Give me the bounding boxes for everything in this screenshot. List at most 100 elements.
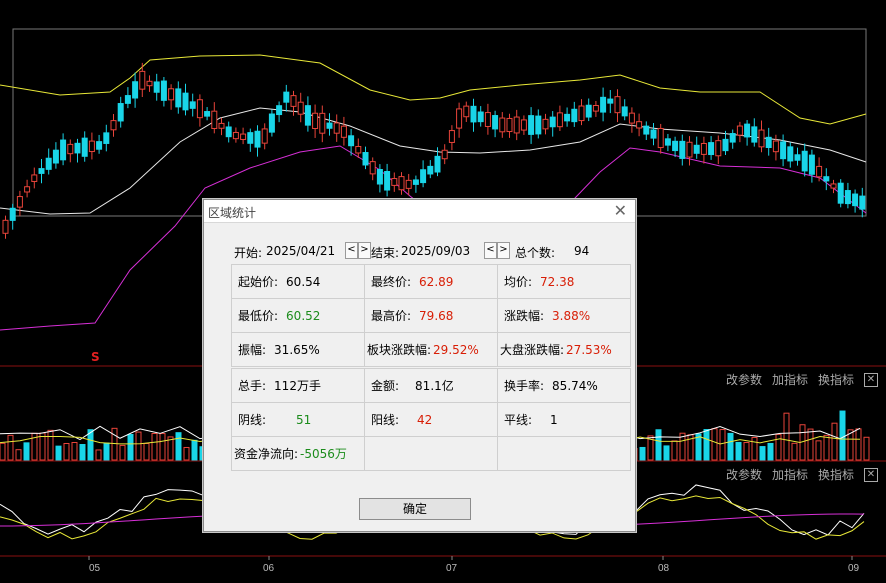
candle-body: [304, 105, 311, 126]
candle-body: [38, 168, 45, 174]
stat-value: -5056万: [300, 447, 347, 461]
stat-label: 最终价:: [371, 275, 412, 289]
volume-bar: [863, 436, 870, 461]
candle-body: [794, 154, 801, 161]
candle-body: [729, 133, 736, 143]
start-prev-button[interactable]: <: [345, 242, 358, 259]
stat-label: 板块涨跌幅:: [367, 343, 432, 357]
stat-value: 112万手: [274, 379, 321, 393]
count-value: 94: [574, 244, 590, 258]
candle-body: [369, 161, 376, 175]
volume-bar: [143, 443, 150, 461]
candle-body: [708, 142, 715, 156]
candle-body: [564, 113, 571, 122]
volume-bar: [655, 429, 662, 461]
candle-body: [218, 122, 225, 129]
candle-body: [549, 116, 556, 128]
candle-body: [153, 81, 160, 93]
stat-label: 阴线:: [238, 413, 267, 427]
candle-body: [189, 101, 196, 109]
volume-bar: [95, 449, 102, 461]
stat-label: 总手:: [238, 379, 267, 393]
candle-body: [412, 179, 419, 185]
candle-body: [801, 150, 808, 172]
close-panel-icon[interactable]: ✕: [864, 372, 878, 387]
candle-body: [528, 115, 535, 135]
candle-body: [160, 80, 167, 101]
start-next-button[interactable]: >: [358, 242, 371, 259]
candle-body: [456, 108, 463, 129]
count-label: 总个数:: [515, 246, 556, 260]
volume-bar: [79, 444, 86, 461]
candle-body: [830, 183, 837, 189]
candle-body: [470, 105, 477, 123]
switch-indicator-button[interactable]: 换指标: [818, 371, 854, 388]
dialog-titlebar[interactable]: 区域统计 ✕: [204, 200, 635, 223]
candle-body: [139, 70, 146, 90]
end-prev-button[interactable]: <: [484, 242, 497, 259]
candle-body: [88, 140, 95, 153]
candle-body: [686, 141, 693, 158]
candle-body: [146, 80, 153, 87]
volume-bar: [159, 433, 166, 461]
candle-body: [232, 131, 239, 140]
stat-value: 85.74%: [552, 379, 598, 393]
stat-label: 最高价:: [371, 309, 412, 323]
stat-value: 62.89: [419, 275, 454, 289]
candle-body: [434, 155, 441, 173]
candle-body: [16, 196, 23, 208]
candle-body: [852, 193, 859, 207]
volume-panel-toolbar: 改参数 加指标 换指标 ✕: [726, 371, 878, 388]
axis-month-label: 05: [89, 563, 101, 574]
candle-body: [196, 99, 203, 119]
close-panel-icon-2[interactable]: ✕: [864, 467, 878, 482]
candle-body: [808, 154, 815, 175]
candle-body: [499, 117, 506, 133]
volume-bar: [55, 445, 62, 461]
switch-indicator-button-2[interactable]: 换指标: [818, 466, 854, 483]
stat-value: 51: [296, 413, 312, 427]
volume-bar: [719, 429, 726, 461]
ok-button[interactable]: 确定: [359, 498, 471, 520]
candle-body: [621, 106, 628, 117]
axis-month-label: 07: [446, 563, 458, 574]
stat-label: 振幅:: [238, 343, 267, 357]
candle-body: [168, 88, 175, 101]
stat-value: 31.65%: [274, 343, 320, 357]
candle-body: [844, 190, 851, 205]
edit-params-button[interactable]: 改参数: [726, 371, 762, 388]
volume-bar: [175, 432, 182, 461]
candle-body: [614, 96, 621, 114]
candle-body: [585, 104, 592, 118]
candle-body: [391, 178, 398, 186]
candle-body: [240, 133, 247, 140]
candle-body: [751, 126, 758, 143]
candle-body: [607, 98, 614, 104]
volume-bar: [47, 429, 54, 461]
close-icon[interactable]: ✕: [614, 201, 627, 220]
candle-body: [204, 111, 211, 117]
volume-bar: [7, 434, 14, 461]
volume-bar: [111, 427, 118, 461]
candle-body: [463, 105, 470, 118]
edit-params-button-2[interactable]: 改参数: [726, 466, 762, 483]
volume-bar: [735, 441, 742, 461]
table-row: 最低价: 60.52 最高价: 79.68 涨跌幅: 3.88%: [231, 298, 631, 333]
candle-body: [765, 136, 772, 149]
candle-body: [628, 112, 635, 124]
add-indicator-button[interactable]: 加指标: [772, 371, 808, 388]
candle-body: [736, 125, 743, 136]
stat-value: 81.1亿: [415, 379, 454, 393]
candle-body: [520, 119, 527, 131]
volume-bar: [855, 428, 862, 461]
volume-bar: [807, 428, 814, 461]
end-next-button[interactable]: >: [497, 242, 510, 259]
range-statistics-dialog: 区域统计 ✕ 开始: 2025/04/21 < > 结束: 2025/09/03…: [203, 199, 636, 532]
candle-body: [2, 219, 9, 234]
candle-body: [124, 95, 131, 104]
stat-label: 平线:: [504, 413, 533, 427]
stat-value: 29.52%: [433, 343, 479, 357]
volume-bar: [711, 428, 718, 461]
table-row: 振幅: 31.65% 板块涨跌幅: 29.52% 大盘涨跌幅: 27.53%: [231, 332, 631, 367]
add-indicator-button-2[interactable]: 加指标: [772, 466, 808, 483]
